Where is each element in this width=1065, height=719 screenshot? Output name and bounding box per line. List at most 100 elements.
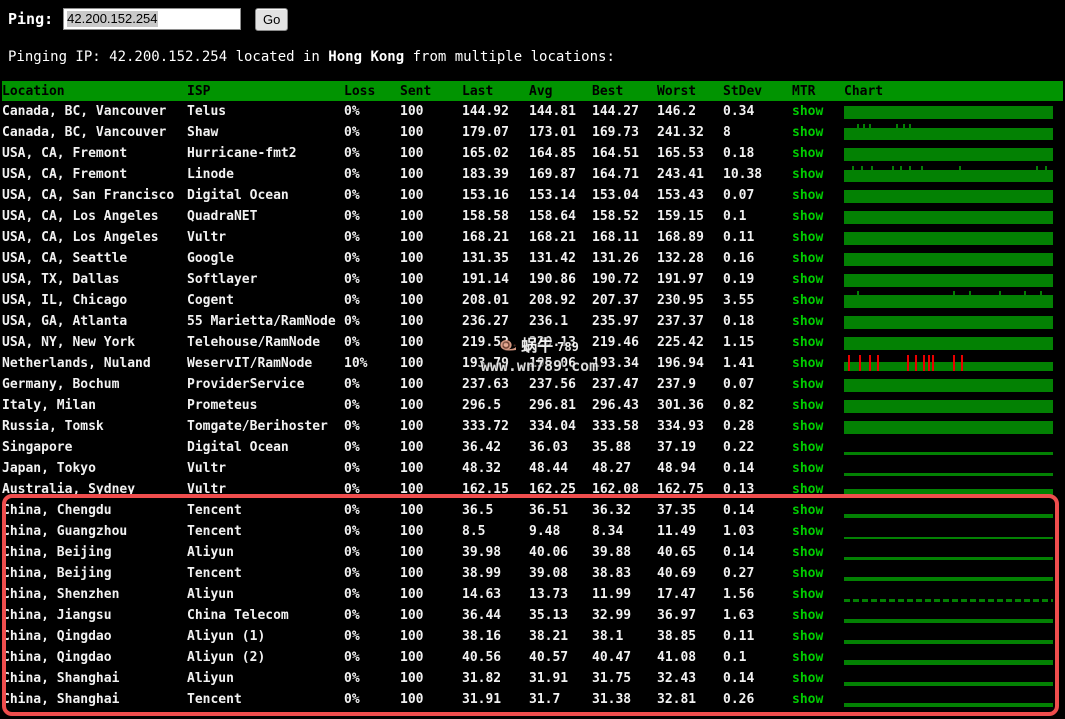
mtr-show-link[interactable]: show (792, 587, 823, 602)
latency-spike (892, 166, 895, 170)
mtr-show-link[interactable]: show (792, 167, 823, 182)
mtr-show-link[interactable]: show (792, 503, 823, 518)
mtr-show-link[interactable]: show (792, 608, 823, 623)
mtr-show-link[interactable]: show (792, 482, 823, 497)
cell-chart (844, 521, 1063, 542)
cell-worst: 196.94 (657, 356, 704, 371)
table-row: Canada, BC, Vancouver Shaw 0% 100 179.07… (2, 122, 1063, 143)
latency-spike (908, 124, 911, 128)
mtr-show-link[interactable]: show (792, 104, 823, 119)
latency-bar (844, 190, 1053, 203)
cell-best: 333.58 (592, 419, 639, 434)
cell-isp: Tencent (187, 692, 242, 707)
cell-avg: 40.06 (529, 545, 569, 560)
latency-spike (896, 124, 899, 128)
mtr-show-link[interactable]: show (792, 146, 823, 161)
mtr-show-link[interactable]: show (792, 419, 823, 434)
mtr-show-link[interactable]: show (792, 692, 823, 707)
packet-loss-tick (906, 355, 909, 371)
cell-best: 237.47 (592, 377, 639, 392)
latency-bar (844, 148, 1053, 161)
column-header-location: Location (2, 81, 187, 101)
table-row: Netherlands, Nuland WeservIT/RamNode 10%… (2, 353, 1063, 374)
latency-bar (844, 232, 1053, 245)
mtr-show-link[interactable]: show (792, 461, 823, 476)
latency-spike (871, 166, 874, 170)
latency-bar (844, 128, 1053, 140)
mtr-show-link[interactable]: show (792, 125, 823, 140)
mtr-show-link[interactable]: show (792, 230, 823, 245)
cell-worst: 40.69 (657, 566, 697, 581)
mtr-show-link[interactable]: show (792, 398, 823, 413)
cell-stdev: 0.14 (723, 545, 755, 560)
cell-worst: 36.97 (657, 608, 697, 623)
cell-chart (844, 353, 1063, 374)
table-row: China, Qingdao Aliyun (1) 0% 100 38.16 3… (2, 626, 1063, 647)
latency-sparkline (844, 248, 1053, 269)
table-row: USA, NY, New York Telehouse/RamNode 0% 1… (2, 332, 1063, 353)
mtr-show-link[interactable]: show (792, 566, 823, 581)
cell-avg: 169.87 (529, 167, 576, 182)
cell-avg: 190.86 (529, 272, 576, 287)
cell-isp: Linode (187, 167, 234, 182)
latency-bar (844, 211, 1053, 224)
cell-best: 296.43 (592, 398, 639, 413)
mtr-show-link[interactable]: show (792, 335, 823, 350)
mtr-show-link[interactable]: show (792, 251, 823, 266)
latency-sparkline (844, 290, 1053, 311)
cell-loss: 0% (344, 650, 360, 665)
latency-bar (844, 170, 1053, 182)
table-row: Japan, Tokyo Vultr 0% 100 48.32 48.44 48… (2, 458, 1063, 479)
cell-loss: 0% (344, 188, 360, 203)
cell-sent: 100 (400, 629, 424, 644)
mtr-show-link[interactable]: show (792, 272, 823, 287)
mtr-show-link[interactable]: show (792, 356, 823, 371)
cell-chart (844, 584, 1063, 605)
mtr-show-link[interactable]: show (792, 209, 823, 224)
table-row: Italy, Milan Prometeus 0% 100 296.5 296.… (2, 395, 1063, 416)
mtr-show-link[interactable]: show (792, 377, 823, 392)
cell-best: 164.71 (592, 167, 639, 182)
mtr-show-link[interactable]: show (792, 545, 823, 560)
cell-loss: 0% (344, 209, 360, 224)
mtr-show-link[interactable]: show (792, 671, 823, 686)
mtr-show-link[interactable]: show (792, 188, 823, 203)
cell-isp: Softlayer (187, 272, 258, 287)
latency-bar (844, 379, 1053, 392)
latency-sparkline (844, 206, 1053, 227)
cell-sent: 100 (400, 335, 424, 350)
cell-chart (844, 311, 1063, 332)
latency-bar (844, 619, 1053, 623)
cell-best: 162.08 (592, 482, 639, 497)
mtr-show-link[interactable]: show (792, 440, 823, 455)
cell-sent: 100 (400, 461, 424, 476)
cell-stdev: 0.07 (723, 188, 755, 203)
ping-input[interactable]: 42.200.152.254 (63, 8, 242, 30)
latency-bar (844, 557, 1053, 560)
cell-avg: 131.42 (529, 251, 576, 266)
latency-spike (908, 166, 911, 170)
status-suffix: from multiple locations: (404, 49, 615, 65)
cell-isp: Telus (187, 104, 227, 119)
mtr-show-link[interactable]: show (792, 293, 823, 308)
go-button[interactable]: Go (255, 7, 289, 31)
cell-loss: 0% (344, 629, 360, 644)
latency-sparkline (844, 185, 1053, 206)
cell-avg: 168.21 (529, 230, 576, 245)
cell-stdev: 0.82 (723, 398, 755, 413)
mtr-show-link[interactable]: show (792, 650, 823, 665)
mtr-show-link[interactable]: show (792, 629, 823, 644)
cell-sent: 100 (400, 566, 424, 581)
cell-sent: 100 (400, 251, 424, 266)
mtr-show-link[interactable]: show (792, 314, 823, 329)
latency-sparkline (844, 122, 1053, 143)
cell-chart (844, 458, 1063, 479)
cell-loss: 0% (344, 314, 360, 329)
cell-best: 40.47 (592, 650, 632, 665)
cell-avg: 36.03 (529, 440, 569, 455)
cell-isp: Aliyun (187, 545, 234, 560)
mtr-show-link[interactable]: show (792, 524, 823, 539)
latency-spike (1040, 291, 1043, 295)
cell-isp: Cogent (187, 293, 234, 308)
cell-loss: 0% (344, 503, 360, 518)
